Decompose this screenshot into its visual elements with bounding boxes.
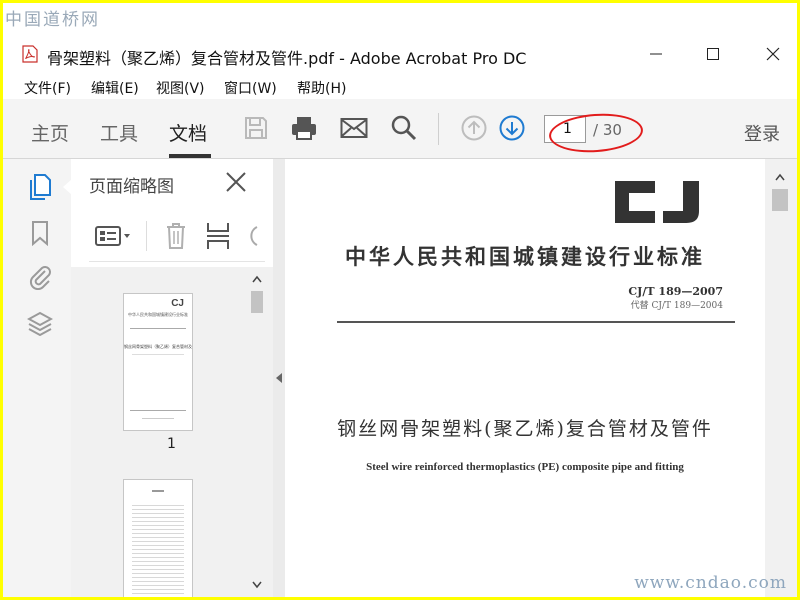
chevron-up-icon[interactable]: [252, 275, 262, 283]
document-english-title: Steel wire reinforced thermoplastics (PE…: [366, 461, 684, 473]
thumb-rule: [130, 328, 186, 329]
watermark-top: 中国道桥网: [5, 10, 100, 30]
thumb-toc-lines: [132, 502, 184, 597]
menu-bar: 文件(F) 编辑(E) 视图(V) 窗口(W) 帮助(H): [3, 73, 797, 99]
thumbnail-toolbar: [89, 213, 265, 262]
trash-icon[interactable]: [165, 222, 187, 250]
tab-document[interactable]: 文档: [169, 119, 207, 146]
maximize-button[interactable]: [693, 41, 733, 67]
next-page-button[interactable]: [497, 113, 527, 143]
document-header: 中华人民共和国城镇建设行业标准: [345, 245, 705, 269]
email-button[interactable]: [339, 113, 369, 143]
thumb-rule: [130, 410, 186, 411]
scrollbar-thumb[interactable]: [251, 291, 263, 313]
panel-title: 页面缩略图: [89, 177, 174, 197]
thumb-line: 钢丝网骨架塑料（聚乙烯）复合管材及管件: [124, 344, 193, 349]
thumbnail-scrollbar[interactable]: [249, 267, 265, 597]
header-rule: [337, 321, 735, 323]
search-button[interactable]: [389, 113, 419, 143]
maximize-icon: [707, 48, 719, 60]
menu-view[interactable]: 视图(V): [156, 78, 205, 98]
toolbar-separator: [438, 113, 439, 145]
menu-file[interactable]: 文件(F): [24, 78, 71, 98]
page-total: / 30: [593, 121, 622, 139]
save-button[interactable]: [241, 113, 271, 143]
chevron-down-icon[interactable]: [252, 581, 262, 589]
minimize-icon: [650, 53, 662, 55]
menu-edit[interactable]: 编辑(E): [91, 78, 139, 98]
rotate-icon[interactable]: [245, 223, 259, 249]
minimize-button[interactable]: [636, 41, 676, 67]
layers-button[interactable]: [26, 309, 54, 337]
print-icon: [292, 117, 316, 140]
attachments-button[interactable]: [26, 263, 54, 291]
thumbnail-toolbar-separator: [146, 221, 147, 251]
left-navigation-rail: [3, 159, 72, 597]
collapse-arrow-icon: [276, 373, 282, 383]
close-icon: [766, 47, 780, 61]
thumb-text-line: [132, 354, 184, 355]
page-thumbnails-button[interactable]: [26, 173, 54, 201]
bookmark-icon: [32, 221, 48, 246]
tab-tools[interactable]: 工具: [100, 119, 138, 146]
print-button[interactable]: [289, 113, 319, 143]
document-scrollbar[interactable]: [765, 159, 797, 597]
active-tab-indicator: [169, 154, 211, 158]
panel-collapse-strip[interactable]: [273, 159, 285, 597]
scrollbar-thumb[interactable]: [772, 189, 788, 211]
screenshot-frame: 中国道桥网 骨架塑料（聚乙烯）复合管材及管件.pdf - Adobe Acrob…: [3, 3, 797, 597]
close-button[interactable]: [753, 41, 793, 67]
cj-logo: [615, 181, 699, 223]
insert-pages-icon[interactable]: [205, 221, 231, 251]
title-bar: 骨架塑料（聚乙烯）复合管材及管件.pdf - Adobe Acrobat Pro…: [3, 37, 797, 71]
thumbnail-list: CJ 中华人民共和国城镇建设行业标准 钢丝网骨架塑料（聚乙烯）复合管材及管件 1: [71, 267, 273, 597]
page-number-input[interactable]: 1: [544, 115, 586, 143]
document-view: 中华人民共和国城镇建设行业标准 CJ/T 189—2007 代替 CJ/T 18…: [285, 159, 765, 597]
thumb-line: 中华人民共和国城镇建设行业标准: [128, 312, 188, 317]
thumbnail-page-number: 1: [167, 436, 176, 452]
close-icon[interactable]: [223, 169, 249, 195]
chevron-up-icon[interactable]: [775, 173, 785, 181]
menu-window[interactable]: 窗口(W): [224, 78, 277, 98]
main-toolbar: 主页 工具 文档 1 / 30 登录: [3, 99, 797, 159]
thumb-logo: CJ: [171, 298, 184, 309]
window-title: 骨架塑料（聚乙烯）复合管材及管件.pdf - Adobe Acrobat Pro…: [47, 49, 527, 68]
arrow-up-circle-icon: [461, 115, 487, 141]
tab-home[interactable]: 主页: [31, 119, 69, 146]
arrow-down-circle-icon: [499, 115, 525, 141]
envelope-icon: [340, 118, 368, 138]
paperclip-icon: [29, 266, 51, 290]
document-title: 钢丝网骨架塑料(聚乙烯)复合管材及管件: [337, 418, 713, 440]
thumb-text-line: [142, 418, 174, 419]
layers-icon: [27, 311, 53, 336]
thumb-heading: [152, 490, 164, 492]
login-button[interactable]: 登录: [744, 120, 780, 146]
replaces-code: 代替 CJ/T 189—2004: [630, 301, 723, 311]
page-thumbnails-panel: 页面缩略图 CJ 中华人民共和国城镇建设行业标准 钢丝网骨架塑料（聚乙烯）复合管…: [71, 159, 274, 597]
bookmarks-button[interactable]: [26, 219, 54, 247]
search-icon: [391, 115, 417, 141]
thumbnail-page-2[interactable]: [123, 479, 193, 597]
pages-icon: [30, 174, 51, 200]
thumbnail-options-icon[interactable]: [95, 225, 133, 247]
standard-code: CJ/T 189—2007: [628, 285, 723, 298]
save-icon: [245, 117, 267, 139]
menu-help[interactable]: 帮助(H): [297, 78, 346, 98]
previous-page-button[interactable]: [459, 113, 489, 143]
watermark-bottom: www.cndao.com: [634, 573, 787, 593]
thumbnail-page-1[interactable]: CJ 中华人民共和国城镇建设行业标准 钢丝网骨架塑料（聚乙烯）复合管材及管件: [123, 293, 193, 431]
pdf-file-icon: [22, 45, 38, 63]
